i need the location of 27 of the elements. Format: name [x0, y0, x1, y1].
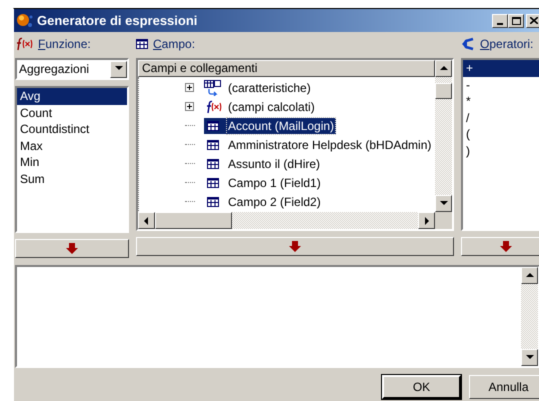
- dropdown-value: Aggregazioni: [18, 61, 90, 78]
- list-item[interactable]: +: [463, 60, 539, 76]
- list-item[interactable]: Sum: [17, 170, 127, 187]
- dialog-button[interactable]: Annulla: [469, 375, 539, 399]
- tree-item[interactable]: (campi calcolati): [227, 98, 316, 114]
- list-item[interactable]: *: [463, 93, 539, 110]
- window-title: Generatore di espressioni: [37, 12, 198, 30]
- list-item[interactable]: -: [463, 76, 539, 93]
- tree-item[interactable]: Campo 2 (Field2): [227, 194, 322, 210]
- category-dropdown[interactable]: Aggregazioni: [15, 58, 129, 80]
- list-item[interactable]: Count: [17, 104, 127, 121]
- tree-item[interactable]: Amministratore Helpdesk (bHDAdmin): [227, 136, 432, 152]
- dialog-button[interactable]: OK: [382, 375, 461, 399]
- list-item[interactable]: Avg: [17, 88, 127, 104]
- section-label: Campo:: [153, 36, 196, 53]
- tree-item[interactable]: (caratteristiche): [227, 80, 312, 96]
- tree-header: Campi e collegamenti: [138, 60, 435, 77]
- list-item[interactable]: ): [463, 142, 539, 159]
- section-label: Funzione:: [38, 36, 91, 53]
- tree-item[interactable]: Campo 1 (Field1): [227, 174, 322, 190]
- tree-item[interactable]: Assunto il (dHire): [227, 156, 322, 172]
- list-item[interactable]: Min: [17, 154, 127, 170]
- list-item[interactable]: Countdistinct: [17, 121, 127, 138]
- list-item[interactable]: /: [463, 110, 539, 126]
- list-item[interactable]: Max: [17, 138, 127, 154]
- section-label: Operatori:: [480, 36, 534, 53]
- list-item[interactable]: (: [463, 126, 539, 142]
